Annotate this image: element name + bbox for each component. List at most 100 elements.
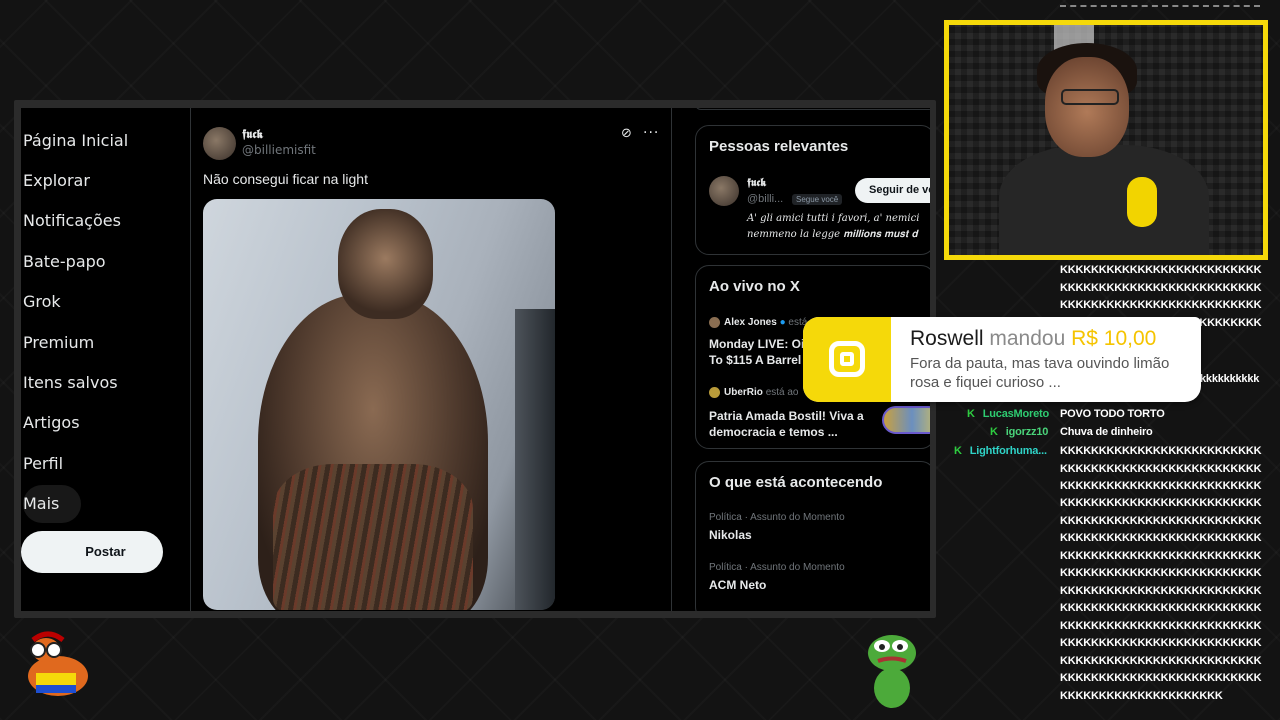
donation-title: Roswell mandou R$ 10,00	[910, 327, 1156, 351]
trend-name[interactable]: ACM Neto	[709, 578, 766, 592]
chat-username[interactable]: Lightforhuma...	[970, 445, 1047, 457]
follows-you-badge: Segue você	[792, 194, 843, 205]
live-headline-line2[interactable]: To $115 A Barrel	[709, 352, 801, 368]
tweet-image[interactable]	[203, 199, 555, 610]
donation-icon	[803, 317, 891, 402]
donation-icon-inner	[840, 352, 854, 366]
nav-more[interactable]: Mais	[23, 485, 81, 523]
host-avatar[interactable]	[709, 317, 720, 328]
chat-message: KKKKKKKKKKKKKKKKKKKKKKKKKK	[1060, 585, 1262, 597]
chat-message: KKKKKKKKKKKKKKKKKKKKKKKKKK	[1060, 282, 1262, 294]
divider	[190, 108, 191, 611]
relevant-avatar[interactable]	[709, 176, 739, 206]
chat-message: POVO TODO TORTO	[1060, 408, 1165, 420]
live-headline-line1[interactable]: Monday LIVE: Oil	[709, 336, 808, 352]
live-status: está ao	[765, 387, 799, 398]
glasses	[1061, 89, 1119, 105]
microphone-icon	[1127, 177, 1157, 227]
relevant-bio-line2: nemmeno la legge 𝐦𝐢𝐥𝐥𝐢𝐨𝐧𝐬 𝐦𝐮𝐬𝐭 𝐝	[747, 229, 918, 240]
live-title: Ao vivo no X	[709, 278, 800, 295]
chat-message: KKKKKKKKKKKKKKKKKKKKKKKKKK	[1060, 620, 1262, 632]
relevant-bio-line1: A' gli amici tutti i favori, a' nemici	[747, 213, 920, 224]
chat-message: KKKKKKKKKKKKKKKKKKKKKKKKKK	[1060, 637, 1262, 649]
whats-happening-card: O que está acontecendo Política · Assunt…	[695, 461, 930, 611]
streamer-shirt	[999, 145, 1209, 255]
chat-username[interactable]: LucasMoreto	[983, 408, 1049, 420]
chat-message: KKKKKKKKKKKKKKKKKKKKKKKKKK	[1060, 445, 1262, 457]
listeners-avatars[interactable]	[882, 406, 930, 434]
post-button[interactable]: Postar	[21, 531, 163, 573]
figure-fur	[273, 464, 473, 610]
kick-badge-icon: K	[954, 445, 962, 457]
previous-card-edge	[695, 108, 930, 110]
trend-category: Política · Assunto do Momento	[709, 562, 845, 573]
nav-profile[interactable]: Perfil	[23, 449, 63, 479]
chat-message: KKKKKKKKKKKKKKKKKKKKKKKKKK	[1060, 264, 1262, 276]
nav-chat[interactable]: Bate-papo	[23, 247, 106, 277]
kick-badge-icon: K	[967, 408, 975, 420]
chat-row: Kigorzz10	[990, 426, 1048, 438]
relevant-people-card: Pessoas relevantes 𝖋𝖚𝖈𝖐 @billi... Segue …	[695, 125, 930, 255]
live-headline-line1[interactable]: Patria Amada Bostil! Viva a	[709, 408, 864, 424]
nav-home[interactable]: Página Inicial	[23, 126, 128, 156]
x-window: Página Inicial Explorar Notificações Bat…	[21, 108, 930, 611]
live-host[interactable]: Alex Jones ● está	[724, 317, 807, 328]
rock	[515, 309, 555, 610]
live-host-name: UberRio	[724, 387, 763, 398]
relevant-handle[interactable]: @billi...	[747, 193, 783, 205]
chat-message: KKKKKKKKKKKKKKKKKKKKKKKKKK	[1060, 463, 1262, 475]
donation-verb: mandou	[989, 327, 1066, 350]
kick-badge-icon: K	[990, 426, 998, 438]
chat-row: K Lightforhuma...	[954, 445, 1047, 457]
tweet-text: Não consegui ficar na light	[203, 171, 368, 187]
chat-message: KKKKKKKKKKKKKKKKKKKKKKKKKK	[1060, 550, 1262, 562]
chat-message: KKKKKKKKKKKKKKKKKKKKKKKKKK	[1060, 480, 1262, 492]
divider	[671, 108, 672, 611]
chat-message: KKKKKKKKKKKKKKKKKKKKK	[1060, 690, 1223, 702]
nav-premium[interactable]: Premium	[23, 328, 94, 358]
relevant-people-title: Pessoas relevantes	[709, 138, 849, 155]
nav-explore[interactable]: Explorar	[23, 166, 90, 196]
chat-message: KKKKKKKKKKKKKKKKKKKKKKKKKK	[1060, 655, 1262, 667]
more-options-icon[interactable]: ···	[643, 125, 659, 141]
chat-top-divider	[1060, 5, 1260, 7]
tweet-author-name[interactable]: 𝖋𝖚𝖈𝖐	[242, 127, 263, 142]
live-headline-line2[interactable]: democracia e temos ...	[709, 424, 838, 440]
x-sidebar-nav: Página Inicial Explorar Notificações Bat…	[21, 108, 189, 611]
chat-message: KKKKKKKKKKKKKKKKKKKKKKKKKK	[1060, 497, 1262, 509]
chat-message: KKKKKKKKKKKKKKKKKKKKKKKKKK	[1060, 567, 1262, 579]
chat-message: KKKKKKKKKKKKKKKKKKKKKKKKKK	[1060, 299, 1262, 311]
donation-user: Roswell	[910, 327, 984, 350]
grok-icon[interactable]: ⊘	[621, 127, 635, 141]
live-host-name: Alex Jones	[724, 317, 777, 328]
chat-username[interactable]: igorzz10	[1006, 426, 1049, 438]
donation-amount: R$ 10,00	[1071, 327, 1157, 350]
chat-message: kkkkkkkkkk	[1200, 373, 1260, 385]
follow-back-button[interactable]: Seguir de volta	[855, 178, 930, 203]
pepe-frog-sticker-icon	[868, 635, 916, 708]
chat-message: KKKKKKKKKKKKKKKKKKKKKKKKKK	[1060, 672, 1262, 684]
chat-message: KKKKKKKKKKKKKKKKKKKKKKKKKK	[1060, 602, 1262, 614]
tweet-avatar[interactable]	[203, 127, 236, 160]
nav-grok[interactable]: Grok	[23, 287, 61, 317]
webcam-feed	[944, 20, 1268, 260]
chat-row: K LucasMoreto	[967, 408, 1049, 420]
trend-name[interactable]: Nikolas	[709, 528, 752, 542]
trend-category: Política · Assunto do Momento	[709, 512, 845, 523]
relevant-name[interactable]: 𝖋𝖚𝖈𝖐	[747, 176, 766, 190]
host-avatar[interactable]	[709, 387, 720, 398]
nav-bookmarks[interactable]: Itens salvos	[23, 368, 118, 398]
chat-message: Chuva de dinheiro	[1060, 426, 1153, 438]
verified-icon: ●	[779, 317, 786, 328]
live-host[interactable]: UberRio está ao	[724, 387, 799, 398]
chat-message: KKKKKKKKKKKKKKKKKKKKKKKKKK	[1060, 532, 1262, 544]
donation-message: Fora da pauta, mas tava ouvindo limão ro…	[910, 355, 1170, 391]
tweet-author-handle[interactable]: @billiemisfit	[242, 143, 316, 157]
nav-notifications[interactable]: Notificações	[23, 206, 121, 236]
frog-mascot-sticker-icon	[28, 631, 88, 696]
chat-message: KKKKKKKKKKKKKKKKKKKKKKKKKK	[1060, 515, 1262, 527]
whats-happening-title: O que está acontecendo	[709, 474, 883, 491]
nav-articles[interactable]: Artigos	[23, 408, 80, 438]
figure-head	[338, 209, 433, 319]
streamer-face	[1045, 57, 1129, 157]
